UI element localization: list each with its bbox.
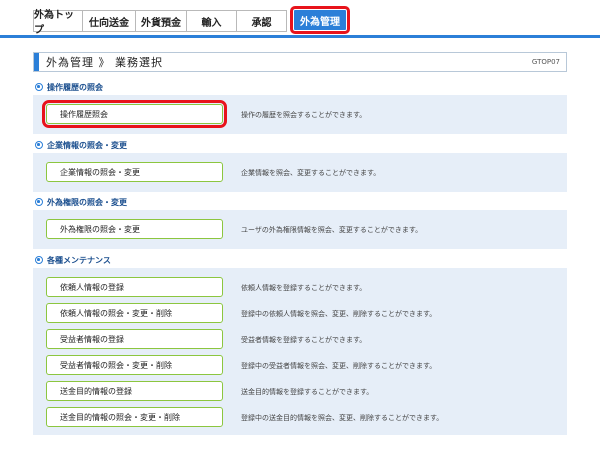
register-applicant-button[interactable]: 依頼人情報の登録: [46, 277, 223, 297]
company-info-button[interactable]: 企業情報の照会・変更: [46, 162, 223, 182]
tab-approval[interactable]: 承認: [237, 10, 287, 32]
tab-foreign-deposit[interactable]: 外貨預金: [136, 10, 187, 32]
section-bullet-icon: [35, 83, 43, 91]
item-description: 送金目的情報を登録することができます。: [241, 388, 374, 396]
screen-code: GTOP07: [531, 58, 560, 66]
section-heading-fx-authority: 外為権限の照会・変更: [35, 196, 127, 208]
section-heading-company-info: 企業情報の照会・変更: [35, 139, 127, 151]
list-item: 受益者情報の照会・変更・削除: [46, 355, 223, 375]
tab-bar-underline: [0, 35, 600, 38]
list-item: 操作履歴照会: [42, 100, 227, 128]
item-description: 登録中の依頼人情報を照会、変更、削除することができます。: [241, 310, 437, 318]
title-accent-bar: [34, 53, 39, 71]
register-beneficiary-button[interactable]: 受益者情報の登録: [46, 329, 223, 349]
list-item: 依頼人情報の照会・変更・削除: [46, 303, 223, 323]
section-maintenance: 依頼人情報の登録 依頼人情報を登録することができます。 依頼人情報の照会・変更・…: [33, 268, 567, 435]
section-bullet-icon: [35, 198, 43, 206]
tab-fx-management[interactable]: 外為管理: [290, 6, 350, 34]
page-title-bar: 外為管理 》 業務選択 GTOP07: [33, 52, 567, 72]
section-heading-label: 外為権限の照会・変更: [47, 197, 127, 207]
item-description: 依頼人情報を登録することができます。: [241, 284, 367, 292]
section-operation-history: 操作履歴照会 操作の履歴を照会することができます。: [33, 95, 567, 134]
tab-import[interactable]: 輸入: [187, 10, 237, 32]
list-item: 受益者情報の登録: [46, 329, 223, 349]
section-company-info: 企業情報の照会・変更 企業情報を照会、変更することができます。: [33, 153, 567, 192]
fx-authority-button[interactable]: 外為権限の照会・変更: [46, 219, 223, 239]
tab-fx-top[interactable]: 外為トップ: [33, 10, 83, 36]
section-heading-label: 操作履歴の照会: [47, 82, 103, 92]
edit-beneficiary-button[interactable]: 受益者情報の照会・変更・削除: [46, 355, 223, 375]
operation-history-button[interactable]: 操作履歴照会: [42, 100, 227, 128]
item-description: 操作の履歴を照会することができます。: [241, 111, 367, 119]
tab-outward-remittance[interactable]: 仕向送金: [83, 10, 136, 32]
item-description: 登録中の受益者情報を照会、変更、削除することができます。: [241, 362, 437, 370]
list-item: 外為権限の照会・変更: [46, 219, 223, 239]
section-bullet-icon: [35, 141, 43, 149]
section-heading-label: 各種メンテナンス: [47, 255, 111, 265]
item-description: 受益者情報を登録することができます。: [241, 336, 367, 344]
list-item: 送金目的情報の登録: [46, 381, 223, 401]
item-description: ユーザの外為権限情報を照会、変更することができます。: [241, 226, 423, 234]
list-item: 企業情報の照会・変更: [46, 162, 223, 182]
page-title: 外為管理 》 業務選択: [46, 56, 163, 69]
section-heading-maintenance: 各種メンテナンス: [35, 254, 111, 266]
section-heading-label: 企業情報の照会・変更: [47, 140, 127, 150]
register-purpose-button[interactable]: 送金目的情報の登録: [46, 381, 223, 401]
item-description: 企業情報を照会、変更することができます。: [241, 169, 381, 177]
list-item: 依頼人情報の登録: [46, 277, 223, 297]
section-fx-authority: 外為権限の照会・変更 ユーザの外為権限情報を照会、変更することができます。: [33, 210, 567, 249]
section-heading-operation-history: 操作履歴の照会: [35, 81, 103, 93]
main-tab-bar: 外為トップ 仕向送金 外貨預金 輸入 承認 外為管理: [33, 6, 350, 36]
section-bullet-icon: [35, 256, 43, 264]
list-item: 送金目的情報の照会・変更・削除: [46, 407, 223, 427]
edit-purpose-button[interactable]: 送金目的情報の照会・変更・削除: [46, 407, 223, 427]
edit-applicant-button[interactable]: 依頼人情報の照会・変更・削除: [46, 303, 223, 323]
item-description: 登録中の送金目的情報を照会、変更、削除することができます。: [241, 414, 444, 422]
